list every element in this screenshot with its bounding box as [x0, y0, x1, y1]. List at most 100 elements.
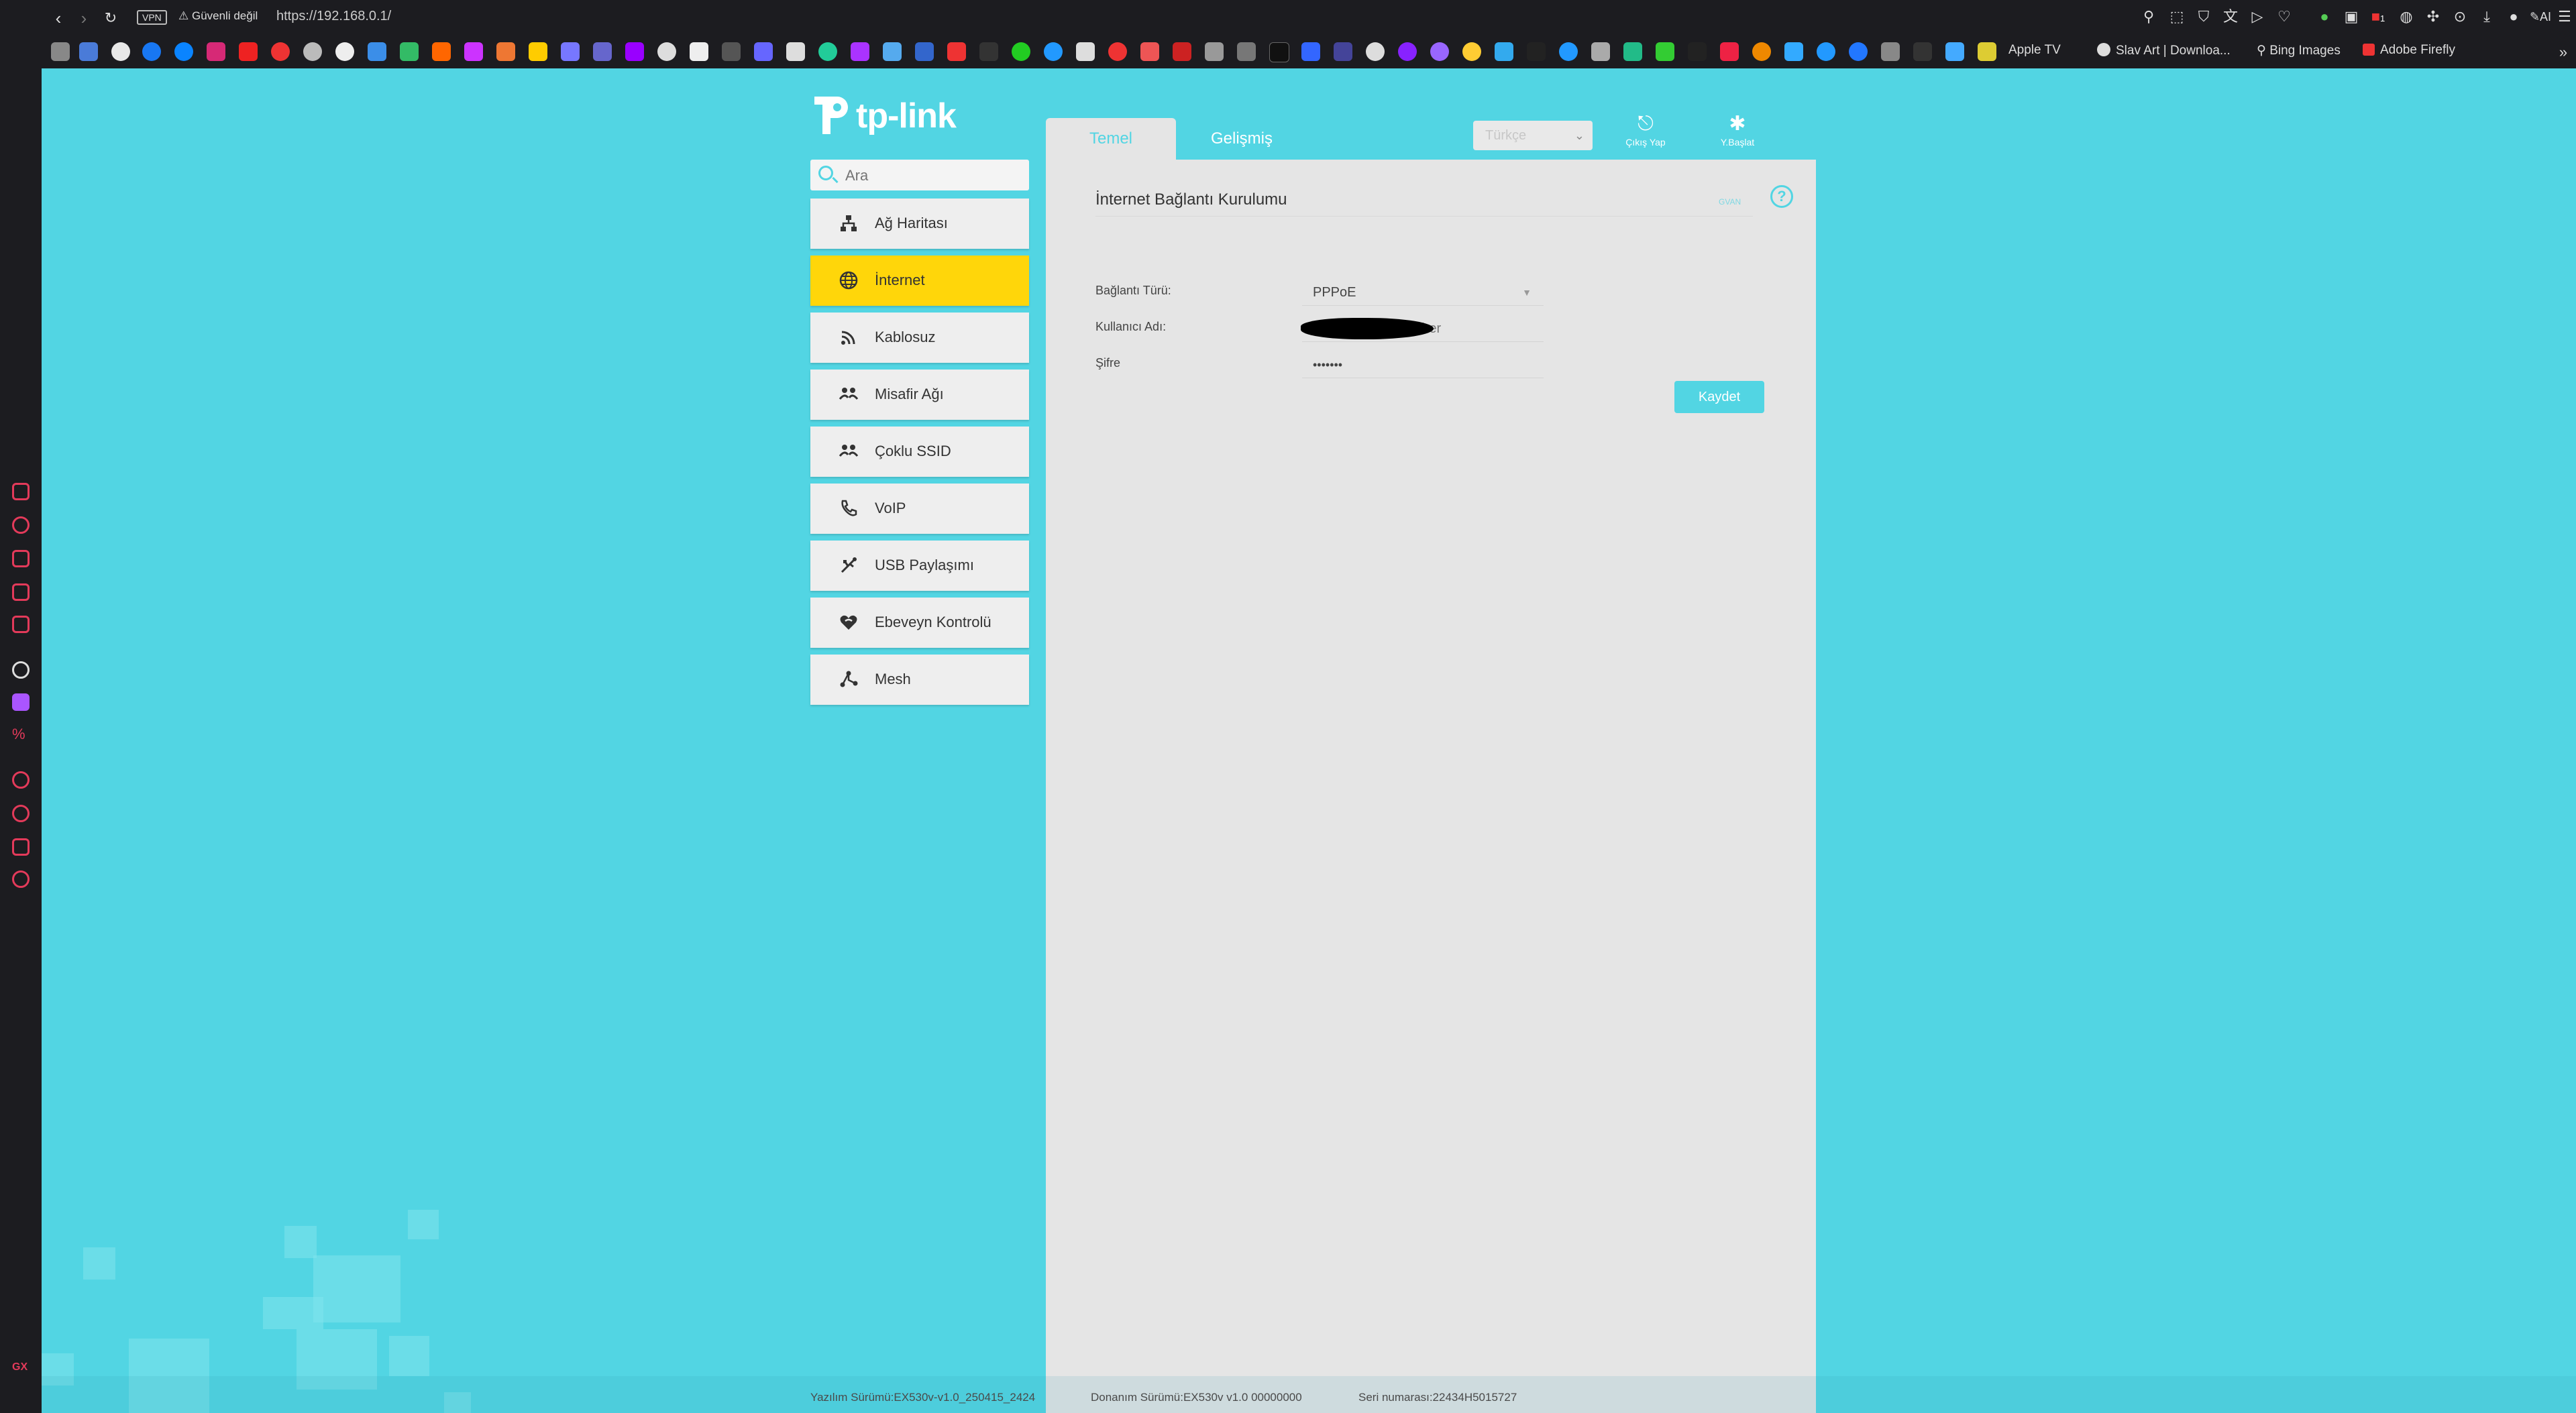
puzzle-icon[interactable]: ✣ — [2423, 7, 2443, 27]
menu-item-multi-ssid[interactable]: Çoklu SSID — [810, 427, 1029, 477]
cloud-icon[interactable] — [368, 42, 386, 61]
instagram-icon[interactable] — [207, 42, 225, 61]
google-icon[interactable] — [111, 42, 130, 61]
bookmark-icon[interactable] — [400, 42, 419, 61]
security-indicator[interactable]: ⚠ Güvenli değil — [178, 9, 258, 23]
bookmark-icon[interactable] — [1688, 42, 1707, 61]
profile-icon[interactable]: ● — [2504, 7, 2524, 27]
menu-item-usb-sharing[interactable]: USB Paylaşımı — [810, 541, 1029, 591]
easy-setup-icon[interactable]: ⊙ — [2450, 7, 2470, 27]
bookmark-icon[interactable] — [1334, 42, 1352, 61]
youtube-icon[interactable] — [239, 42, 258, 61]
bookmark-icon[interactable] — [1173, 42, 1191, 61]
sidebar-app-icon[interactable] — [12, 483, 30, 500]
bookmark-icon[interactable] — [754, 42, 773, 61]
bookmark-icon[interactable] — [1849, 42, 1868, 61]
snapshot-icon[interactable]: ⬚ — [2167, 7, 2187, 27]
extension-icon[interactable]: ◍ — [2396, 7, 2416, 27]
play-icon[interactable]: ▷ — [2247, 7, 2267, 27]
sidebar-app-icon[interactable] — [12, 550, 30, 567]
bookmark-icon[interactable] — [786, 42, 805, 61]
player-icon[interactable] — [12, 771, 30, 789]
sidebar-app-icon[interactable] — [12, 616, 30, 633]
bookmark-icon[interactable] — [851, 42, 869, 61]
bookmark-icon[interactable] — [1108, 42, 1127, 61]
heart-icon[interactable]: ♡ — [2274, 7, 2294, 27]
menu-item-voip[interactable]: VoIP — [810, 484, 1029, 534]
sidebar-app-icon[interactable] — [12, 583, 30, 601]
help-icon[interactable]: ? — [1770, 185, 1793, 208]
bookmark-icon[interactable] — [1205, 42, 1224, 61]
menu-search[interactable] — [810, 160, 1029, 190]
github-icon[interactable] — [1366, 42, 1385, 61]
bookmark-apple-tv[interactable]: Apple TV — [2008, 43, 2061, 58]
bookmark-icon[interactable] — [561, 42, 580, 61]
bookmark-icon[interactable] — [464, 42, 483, 61]
bookmark-icon[interactable] — [1720, 42, 1739, 61]
menu-item-internet[interactable]: İnternet — [810, 256, 1029, 306]
bookmark-icon[interactable] — [1945, 42, 1964, 61]
bookmark-icon[interactable] — [1559, 42, 1578, 61]
bookmark-icon[interactable] — [1237, 42, 1256, 61]
bookmark-icon[interactable] — [1140, 42, 1159, 61]
bookmark-icon[interactable] — [432, 42, 451, 61]
bookmark-icon[interactable] — [529, 42, 547, 61]
history-icon[interactable] — [12, 805, 30, 822]
reload-icon[interactable]: ↻ — [101, 8, 121, 28]
menu-item-parental-control[interactable]: Ebeveyn Kontrolü — [810, 598, 1029, 648]
language-select[interactable]: Türkçe ⌄ — [1473, 121, 1593, 150]
bookmark-icon[interactable] — [1978, 42, 1996, 61]
extension-icon[interactable]: ● — [2314, 7, 2334, 27]
back-icon[interactable]: ‹ — [48, 8, 68, 28]
bookmark-icon[interactable] — [1881, 42, 1900, 61]
shield-icon[interactable]: ⛉ — [2194, 7, 2214, 27]
bookmark-icon[interactable] — [1044, 42, 1063, 61]
bookmark-icon[interactable] — [1623, 42, 1642, 61]
bookmark-slav-art[interactable]: Slav Art | Downloa... — [2097, 43, 2231, 58]
forward-icon[interactable]: › — [74, 8, 94, 28]
github-icon[interactable] — [657, 42, 676, 61]
twitch-icon[interactable] — [625, 42, 644, 61]
bookmark-icon[interactable] — [1269, 42, 1289, 62]
bookmark-icon[interactable] — [1012, 42, 1030, 61]
bookmark-icon[interactable] — [979, 42, 998, 61]
menu-item-wireless[interactable]: Kablosuz — [810, 313, 1029, 363]
bookmark-icon[interactable] — [1752, 42, 1771, 61]
bookmark-icon[interactable] — [1817, 42, 1835, 61]
extensions-icon[interactable] — [12, 838, 30, 856]
bookmark-icon[interactable] — [1591, 42, 1610, 61]
bookmark-icon[interactable] — [722, 42, 741, 61]
bookmark-icon[interactable] — [1398, 42, 1417, 61]
bookmark-icon[interactable] — [1462, 42, 1481, 61]
bookmark-icon[interactable] — [335, 42, 354, 61]
address-bar[interactable]: https://192.168.0.1/ — [276, 9, 391, 24]
section-advanced-link[interactable]: GVAN — [1719, 197, 1741, 207]
menu-icon[interactable]: ☰ — [2555, 7, 2575, 27]
menu-item-mesh[interactable]: Mesh — [810, 655, 1029, 705]
bookmark-icon[interactable] — [947, 42, 966, 61]
bookmark-icon[interactable] — [915, 42, 934, 61]
search-input[interactable] — [844, 165, 1021, 186]
menu-item-guest-network[interactable]: Misafir Ağı — [810, 370, 1029, 420]
more-bookmarks-icon[interactable]: » — [2553, 42, 2573, 62]
facebook-icon[interactable] — [142, 42, 161, 61]
sidebar-app-icon[interactable] — [12, 516, 30, 534]
bookmark-icon[interactable] — [1495, 42, 1513, 61]
notification-icon[interactable]: ■1 — [2368, 7, 2388, 27]
bookmark-icon[interactable] — [1656, 42, 1674, 61]
twitch-icon[interactable] — [12, 693, 30, 711]
sidebar-app-icon[interactable]: % — [12, 726, 30, 743]
bookmark-icon[interactable] — [79, 42, 98, 61]
bookmark-icon[interactable] — [1076, 42, 1095, 61]
bookmark-icon[interactable] — [883, 42, 902, 61]
extension-icon[interactable]: ▣ — [2341, 7, 2361, 27]
logout-button[interactable]: ⎋ Çıkış Yap — [1619, 111, 1672, 148]
translate-icon[interactable]: 文 — [2220, 7, 2241, 27]
bookmark-icon[interactable] — [690, 42, 708, 61]
password-field[interactable]: ••••••• — [1302, 351, 1544, 378]
bookmark-icon[interactable] — [303, 42, 322, 61]
bookmark-icon[interactable] — [593, 42, 612, 61]
messenger-icon[interactable] — [174, 42, 193, 61]
menu-item-network-map[interactable]: Ağ Haritası — [810, 199, 1029, 249]
bookmark-icon[interactable] — [271, 42, 290, 61]
